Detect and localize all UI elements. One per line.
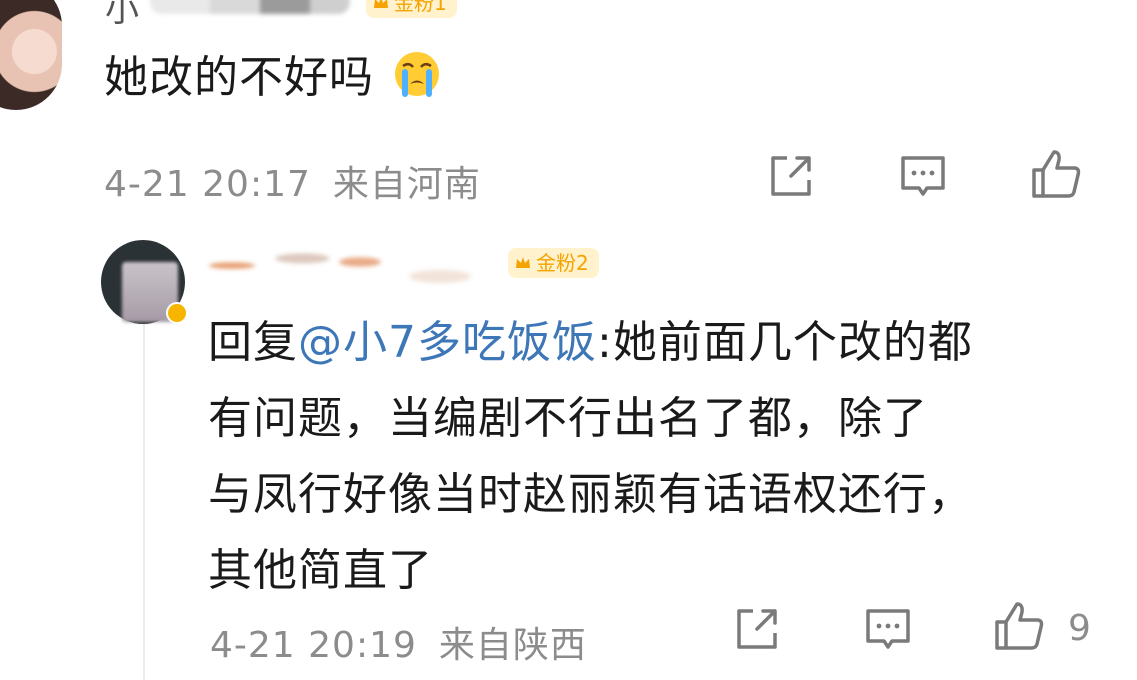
share-icon[interactable]	[731, 603, 783, 655]
like-icon[interactable]	[1028, 146, 1084, 202]
reply-text: 回复@小7多吃饭饭:她前面几个改的都 有问题，当编剧不行出名了都，除了 与凤行好…	[208, 305, 1108, 609]
reply-line-4: 其他简直了	[208, 545, 433, 596]
reply-line-1: 回复@小7多吃饭饭:她前面几个改的都	[208, 305, 1108, 381]
mention-link[interactable]: @小7多吃饭饭	[298, 317, 597, 368]
vip-badge-icon	[166, 302, 188, 324]
reply-meta: 4-21 20:19 来自陕西	[210, 616, 587, 668]
comment-time: 4-21 20:17	[104, 164, 311, 205]
reply-location: 来自陕西	[438, 625, 587, 666]
reply-line-1-suffix: :她前面几个改的都	[597, 317, 973, 368]
crown-icon	[516, 257, 530, 268]
comment-icon[interactable]	[862, 603, 914, 655]
reply-prefix: 回复	[208, 317, 298, 368]
share-icon[interactable]	[765, 150, 817, 202]
reply-time: 4-21 20:19	[210, 625, 417, 666]
commenter-username[interactable]: 小	[105, 0, 141, 31]
reply-thread-line	[143, 320, 145, 680]
badge-label: 金粉2	[536, 251, 589, 275]
fan-badge[interactable]: 金粉1	[366, 0, 457, 18]
crying-face-emoji	[395, 52, 439, 97]
crown-icon	[374, 0, 388, 8]
blurred-username	[150, 0, 350, 14]
fan-badge[interactable]: 金粉2	[508, 248, 599, 278]
reply-line-3: 与凤行好像当时赵丽颖有话语权还行，	[208, 469, 973, 520]
badge-label: 金粉1	[394, 0, 447, 15]
comment-text: 她改的不好吗	[104, 48, 441, 108]
comment-icon[interactable]	[897, 150, 949, 202]
like-icon[interactable]	[991, 598, 1047, 654]
reply-line-2: 有问题，当编剧不行出名了都，除了	[208, 393, 928, 444]
commenter-avatar[interactable]	[0, 0, 62, 110]
comment-meta: 4-21 20:17 来自河南	[104, 155, 481, 207]
comment-body: 她改的不好吗	[104, 52, 374, 103]
like-count: 9	[1068, 608, 1091, 649]
blurred-username[interactable]	[200, 226, 520, 298]
comment-location: 来自河南	[332, 164, 481, 205]
